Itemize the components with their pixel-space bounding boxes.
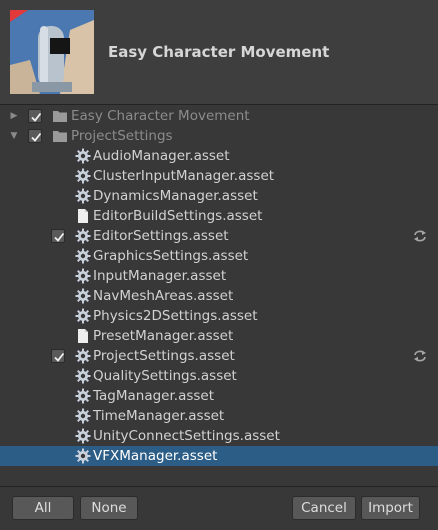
foldout-expanded-icon[interactable]: ▼: [8, 126, 20, 146]
select-none-button[interactable]: None: [80, 496, 138, 520]
folder-icon: [52, 108, 68, 124]
tree-item[interactable]: UnityConnectSettings.asset: [0, 426, 438, 446]
tree-item[interactable]: VFXManager.asset: [0, 446, 438, 466]
tree-item-label: InputManager.asset: [93, 268, 227, 284]
tree-item-label: UnityConnectSettings.asset: [93, 428, 280, 444]
tree-item[interactable]: EditorBuildSettings.asset: [0, 206, 438, 226]
item-checkbox[interactable]: [28, 129, 42, 143]
tree-item-label: Physics2DSettings.asset: [93, 308, 258, 324]
tree-item-label: GraphicsSettings.asset: [93, 248, 249, 264]
refresh-icon: [412, 228, 428, 244]
settings-gear-icon: [75, 248, 91, 264]
tree-item-label: ClusterInputManager.asset: [93, 168, 275, 184]
asset-tree: ▶ Easy Character Movement ▼ ProjectSettings…: [0, 106, 438, 466]
tree-item-label: AudioManager.asset: [93, 148, 230, 164]
tree-item[interactable]: ▼ ProjectSettings: [0, 126, 438, 146]
tree-item[interactable]: PresetManager.asset: [0, 326, 438, 346]
tree-item-label: ProjectSettings.asset: [93, 348, 235, 364]
settings-gear-icon: [75, 308, 91, 324]
settings-gear-icon: [75, 188, 91, 204]
foldout-collapsed-icon[interactable]: ▶: [8, 106, 20, 126]
tree-item-label: TimeManager.asset: [93, 408, 225, 424]
settings-gear-icon: [75, 268, 91, 284]
tree-item[interactable]: AudioManager.asset: [0, 146, 438, 166]
tree-item[interactable]: EditorSettings.asset: [0, 226, 438, 246]
tree-item[interactable]: GraphicsSettings.asset: [0, 246, 438, 266]
settings-gear-icon: [75, 408, 91, 424]
tree-item-label: EditorBuildSettings.asset: [93, 208, 263, 224]
settings-gear-icon: [75, 288, 91, 304]
settings-gear-icon: [75, 228, 91, 244]
folder-icon: [52, 128, 68, 144]
refresh-icon: [412, 348, 428, 364]
settings-gear-icon: [75, 388, 91, 404]
settings-gear-icon: [75, 168, 91, 184]
settings-gear-icon: [75, 448, 91, 464]
tree-item[interactable]: ClusterInputManager.asset: [0, 166, 438, 186]
tree-item-label: PresetManager.asset: [93, 328, 234, 344]
item-checkbox[interactable]: [51, 229, 65, 243]
tree-item[interactable]: Physics2DSettings.asset: [0, 306, 438, 326]
tree-item[interactable]: TimeManager.asset: [0, 406, 438, 426]
settings-gear-icon: [75, 428, 91, 444]
tree-item-label: EditorSettings.asset: [93, 228, 229, 244]
select-all-button[interactable]: All: [12, 496, 74, 520]
document-icon: [75, 328, 91, 344]
tree-item-label: ProjectSettings: [71, 128, 173, 144]
tree-item[interactable]: NavMeshAreas.asset: [0, 286, 438, 306]
package-header: Easy Character Movement: [0, 0, 438, 105]
tree-item[interactable]: ▶ Easy Character Movement: [0, 106, 438, 126]
dialog-footer: All None Cancel Import: [0, 486, 438, 530]
tree-item[interactable]: QualitySettings.asset: [0, 366, 438, 386]
tree-item[interactable]: InputManager.asset: [0, 266, 438, 286]
character-thumbnail: [10, 10, 94, 94]
cancel-button[interactable]: Cancel: [292, 496, 356, 520]
tree-item-label: DynamicsManager.asset: [93, 188, 258, 204]
import-button[interactable]: Import: [361, 496, 420, 520]
tree-item[interactable]: TagManager.asset: [0, 386, 438, 406]
tree-item-label: TagManager.asset: [93, 388, 215, 404]
document-icon: [75, 208, 91, 224]
package-title: Easy Character Movement: [108, 43, 330, 61]
tree-item-label: NavMeshAreas.asset: [93, 288, 234, 304]
tree-item[interactable]: ProjectSettings.asset: [0, 346, 438, 366]
settings-gear-icon: [75, 368, 91, 384]
settings-gear-icon: [75, 348, 91, 364]
tree-item-label: QualitySettings.asset: [93, 368, 237, 384]
tree-item[interactable]: DynamicsManager.asset: [0, 186, 438, 206]
tree-item-label: Easy Character Movement: [71, 108, 250, 124]
settings-gear-icon: [75, 148, 91, 164]
tree-item-label: VFXManager.asset: [93, 448, 218, 464]
item-checkbox[interactable]: [28, 109, 42, 123]
item-checkbox[interactable]: [51, 349, 65, 363]
